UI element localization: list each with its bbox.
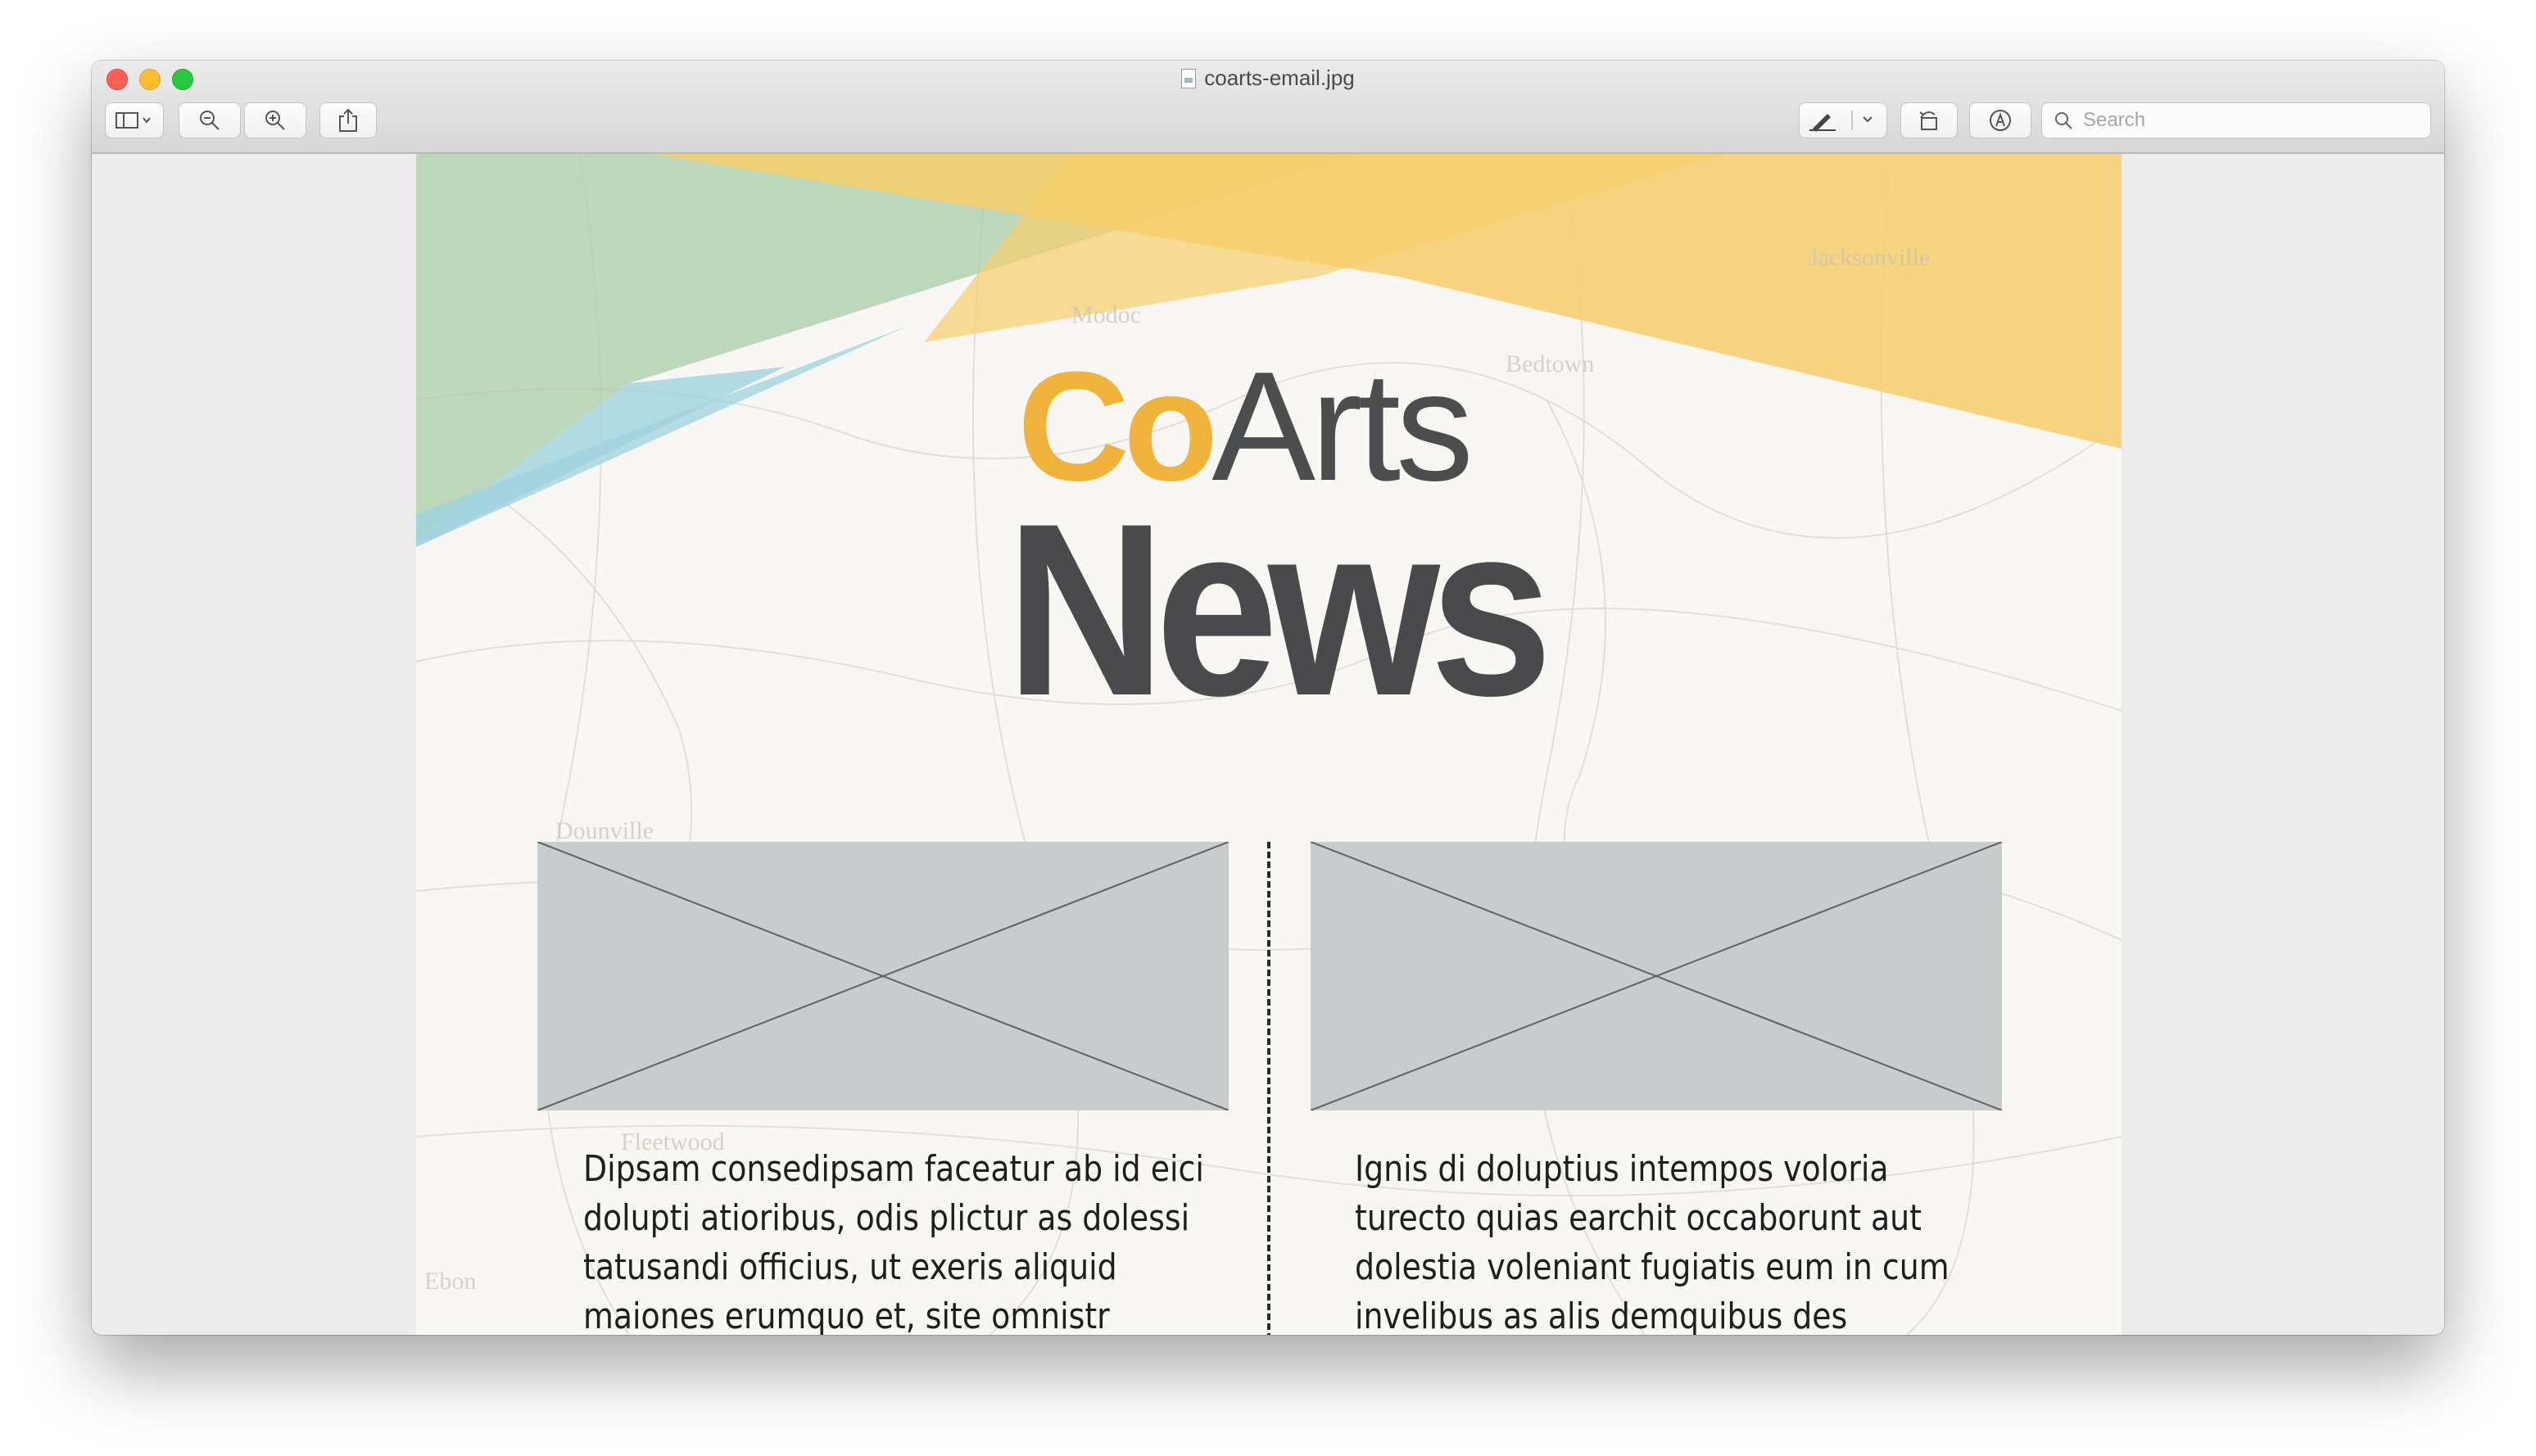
map-label: Bedtown (1506, 350, 1595, 378)
markup-circle-icon (1990, 110, 2011, 131)
placeholder-cross (1310, 841, 2003, 1111)
zoom-in-button[interactable] (244, 102, 306, 138)
share-icon (339, 108, 357, 132)
preview-window: coarts-email.jpg Search Jacksonville Bed… (92, 61, 2444, 1335)
map-label: Ebon (424, 1268, 477, 1295)
map-label: Modoc (1071, 301, 1141, 328)
column-divider (1267, 842, 1270, 1335)
title-bar: coarts-email.jpg (92, 61, 2444, 154)
sidebar-toggle-button[interactable] (105, 102, 164, 138)
share-button[interactable] (319, 102, 377, 138)
map-label: Jacksonville (1809, 244, 1931, 271)
headline-news: News (1006, 472, 1553, 747)
zoom-in-icon (265, 111, 285, 130)
rotate-icon (1919, 111, 1937, 130)
article-text-right: Ignis di doluptius intempos voloria ture… (1355, 1148, 1950, 1335)
search-field[interactable] (2041, 102, 2431, 138)
sidebar-icon (115, 112, 151, 129)
zoom-out-button[interactable] (179, 102, 241, 138)
rotate-button[interactable] (1900, 102, 1958, 138)
search-input[interactable] (2081, 108, 2412, 133)
article-text-left: Dipsam consedipsam faceatur ab id eici d… (583, 1148, 1204, 1335)
zoom-out-icon (200, 111, 220, 130)
pen-icon (1809, 111, 1873, 132)
image-placeholder-right (1310, 841, 2003, 1111)
annotate-button[interactable] (1969, 102, 2031, 138)
newsletter-image: Jacksonville Bedtown Modoc Dounville Ebo… (416, 154, 2122, 1335)
document-icon (1181, 68, 1197, 88)
image-viewer-area[interactable]: Jacksonville Bedtown Modoc Dounville Ebo… (92, 154, 2444, 1335)
image-placeholder-left (537, 841, 1230, 1111)
window-title: coarts-email.jpg (92, 66, 2444, 91)
map-label: Dounville (555, 817, 654, 844)
window-title-text: coarts-email.jpg (1204, 66, 1355, 90)
markup-pen-button[interactable] (1799, 102, 1887, 138)
placeholder-cross (537, 841, 1230, 1111)
search-icon (2055, 112, 2072, 129)
